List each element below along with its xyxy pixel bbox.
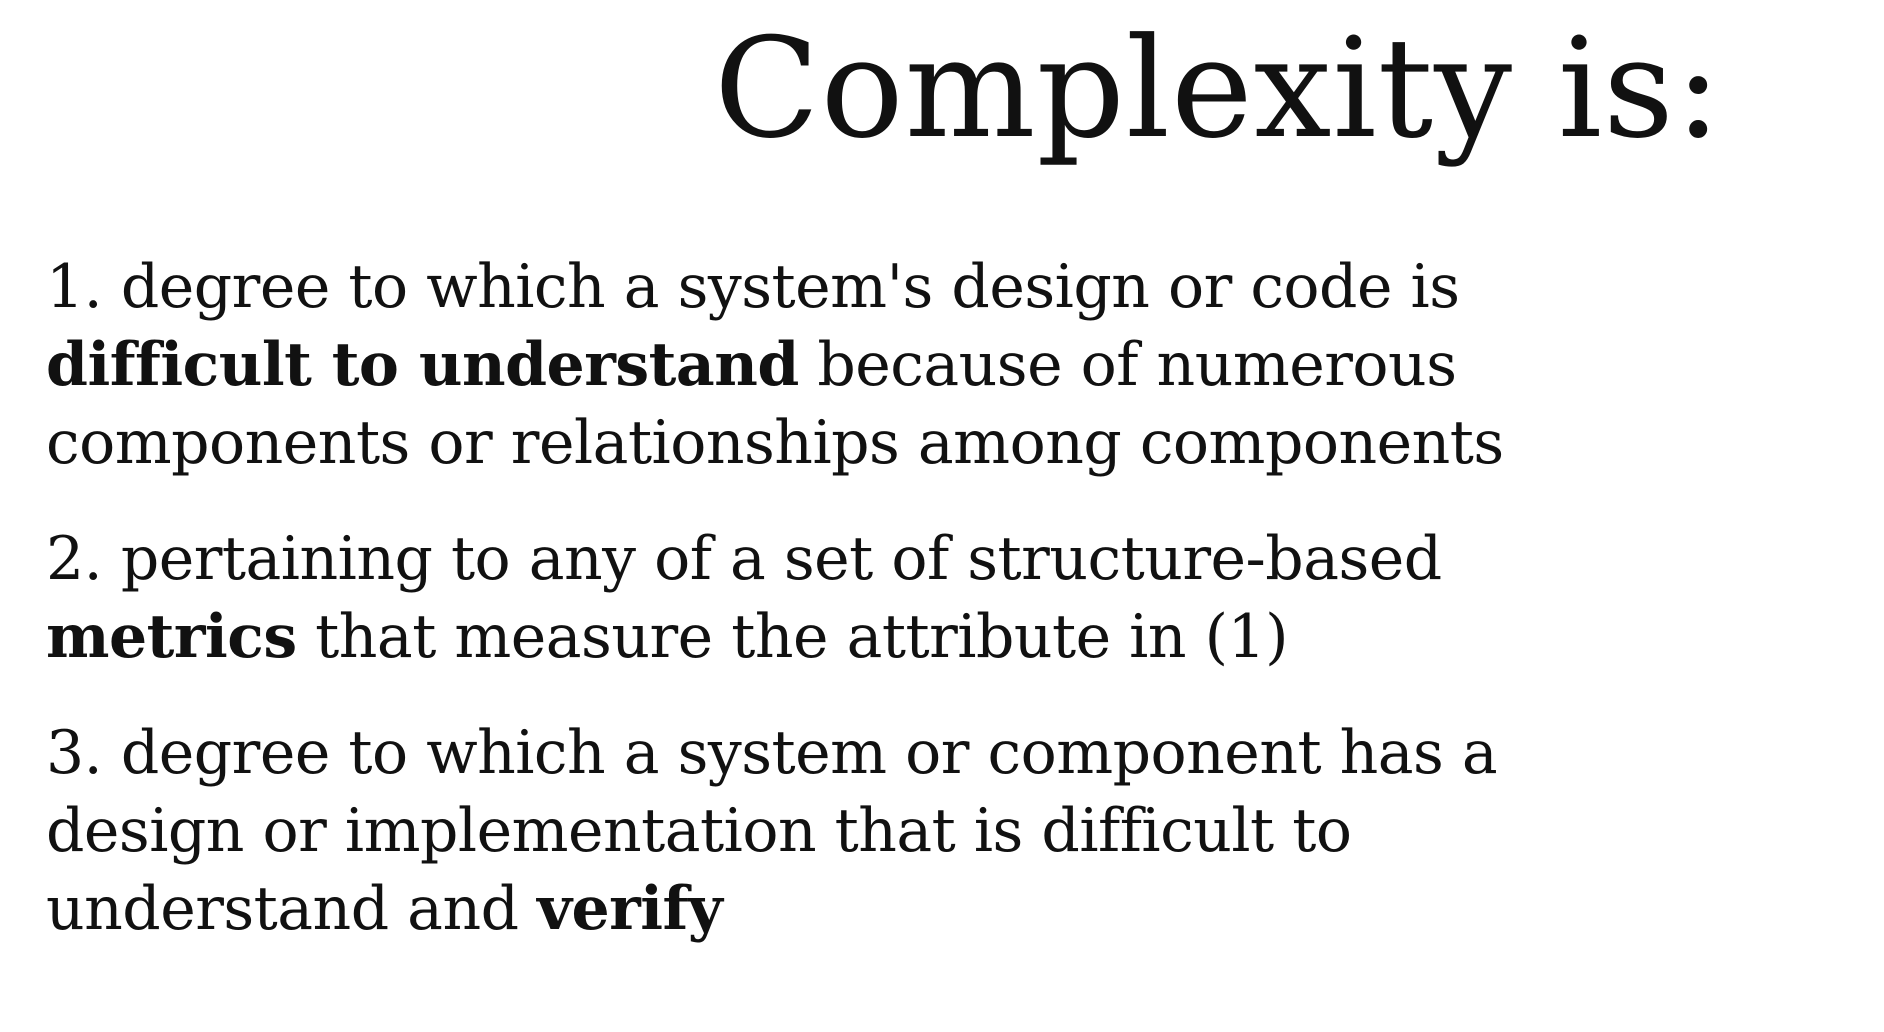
definition-item-1: 1. degree to which a system's design or … <box>46 248 1686 482</box>
slide-title: Complexity is: <box>714 8 1723 169</box>
definitions-list: 1. degree to which a system's design or … <box>46 248 1686 986</box>
definition-2-line-1: 2. pertaining to any of a set of structu… <box>46 524 1442 594</box>
definition-3-line-3-pre: understand and <box>46 874 538 944</box>
definition-1-line-1: 1. degree to which a system's design or … <box>46 252 1460 322</box>
definition-3-line-3: understand and verify <box>46 870 1686 948</box>
emphasis-difficult-to-understand: difficult to understand <box>46 330 799 400</box>
emphasis-verify: verify <box>537 874 723 944</box>
definition-3-line-2: design or implementation that is difficu… <box>46 796 1352 866</box>
definition-1-line-3: components or relationships among compon… <box>46 408 1504 478</box>
definition-2-line-2: metrics that measure the attribute in (1… <box>46 598 1686 676</box>
definition-item-2: 2. pertaining to any of a set of structu… <box>46 520 1686 676</box>
definition-1-line-2-rest: because of numerous <box>798 330 1457 400</box>
definition-2-line-2-rest: that measure the attribute in (1) <box>296 602 1289 672</box>
slide: Complexity is: 1. degree to which a syst… <box>0 0 1884 1032</box>
emphasis-metrics: metrics <box>46 602 297 672</box>
definition-3-line-1: 3. degree to which a system or component… <box>46 718 1498 788</box>
definition-1-line-2: difficult to understand because of numer… <box>46 326 1686 404</box>
definition-item-3: 3. degree to which a system or component… <box>46 714 1686 948</box>
